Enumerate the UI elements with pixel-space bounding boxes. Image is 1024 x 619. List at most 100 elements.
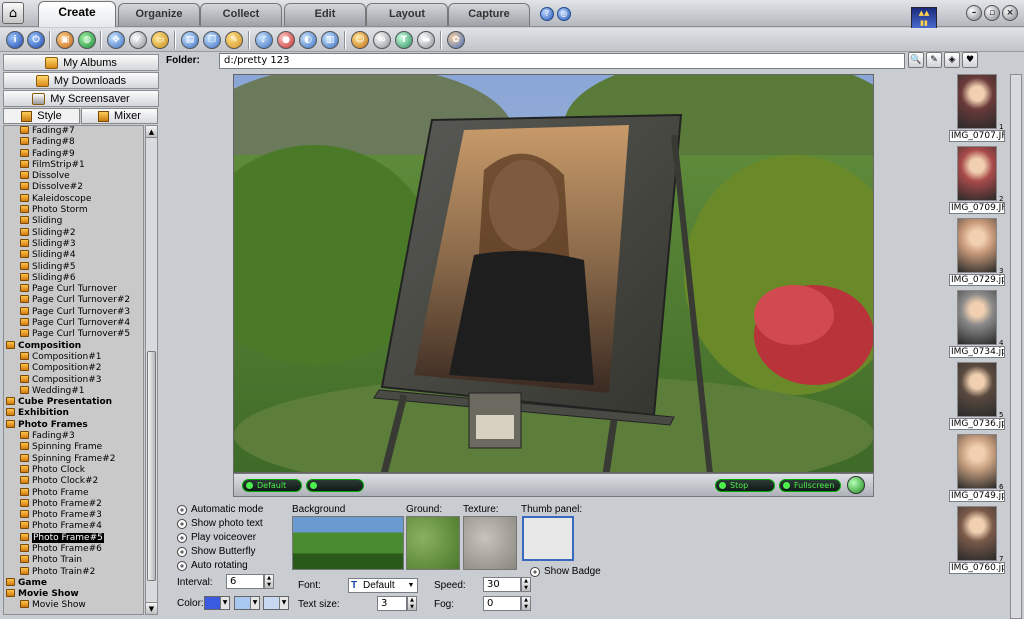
tree-item[interactable]: Sliding#2 xyxy=(4,227,143,239)
play-voiceover-checkbox[interactable]: Play voiceover xyxy=(177,532,256,543)
auto-rotating-checkbox[interactable]: Auto rotating xyxy=(177,560,248,571)
strip-item[interactable]: 3 IMG_0729.jp xyxy=(947,218,1007,290)
tree-category[interactable]: Cube Presentation xyxy=(4,397,143,408)
tree-item[interactable]: Wedding#1 xyxy=(4,385,143,397)
album-icon[interactable]: ❐ xyxy=(203,31,221,49)
volume-slider[interactable] xyxy=(306,479,364,492)
tree-item[interactable]: Page Curl Turnover#4 xyxy=(4,318,143,329)
edit-icon[interactable]: ✎ xyxy=(225,31,243,49)
tab-collect[interactable]: Collect xyxy=(200,3,282,26)
interval-stepper[interactable]: ▲ ▼ xyxy=(264,574,274,589)
font-select[interactable]: T Default ▼ xyxy=(348,578,418,593)
tree-item[interactable]: Photo Frame#4 xyxy=(4,521,143,532)
move-icon[interactable]: ✥ xyxy=(107,31,125,49)
tree-item[interactable]: Sliding xyxy=(4,216,143,227)
stop-button[interactable]: Stop xyxy=(715,479,775,492)
background-thumbnail[interactable] xyxy=(292,516,404,570)
strip-item[interactable]: 5 IMG_0736.jp xyxy=(947,362,1007,434)
home-icon[interactable]: ⌂ xyxy=(2,2,24,24)
strip-item[interactable]: 1 IMG_0707.JF xyxy=(947,74,1007,146)
pencil-icon[interactable]: ✎ xyxy=(926,52,942,68)
tree-category[interactable]: Exhibition xyxy=(4,408,143,419)
tree-item[interactable]: Page Curl Turnover#5 xyxy=(4,329,143,340)
link-icon[interactable]: ∞ xyxy=(373,31,391,49)
tree-item[interactable]: Photo Train#2 xyxy=(4,566,143,578)
interval-field[interactable]: 6 xyxy=(226,574,264,589)
tree-item[interactable]: Composition#1 xyxy=(4,351,143,363)
tab-capture[interactable]: Capture xyxy=(448,3,530,26)
power-icon[interactable]: ⏻ xyxy=(27,31,45,49)
tree-item[interactable]: Page Curl Turnover#2 xyxy=(4,295,143,306)
globe-icon[interactable]: ◍ xyxy=(78,31,96,49)
restore-icon[interactable]: ▫ xyxy=(984,5,1000,21)
show-badge-checkbox[interactable]: Show Badge xyxy=(530,566,601,577)
tree-item[interactable]: Dissolve xyxy=(4,171,143,182)
tree-item[interactable]: Photo Frame xyxy=(4,487,143,499)
tab-layout[interactable]: Layout xyxy=(366,3,448,26)
tree-item[interactable]: Composition#3 xyxy=(4,374,143,386)
tree-item[interactable]: Photo Storm xyxy=(4,205,143,216)
browse-icon[interactable]: 🔍 xyxy=(908,52,924,68)
tree-category[interactable]: Photo Frames xyxy=(4,419,143,431)
fog-field[interactable]: 0 xyxy=(483,596,521,611)
folder-icon[interactable]: ▭ xyxy=(151,31,169,49)
tree-item[interactable]: Photo Frame#3 xyxy=(4,510,143,521)
photo-thumbnail[interactable] xyxy=(957,290,997,345)
strip-item[interactable]: 4 IMG_0734.jp xyxy=(947,290,1007,362)
tab-organize[interactable]: Organize xyxy=(118,3,200,26)
wand-icon[interactable]: ⁄ xyxy=(129,31,147,49)
automatic-mode-checkbox[interactable]: Automatic mode xyxy=(177,504,263,515)
tree-scrollbar[interactable]: ▲ ▼ xyxy=(145,125,158,615)
tree-item[interactable]: Sliding#4 xyxy=(4,250,143,261)
color-swatch-1[interactable]: ▼ xyxy=(204,596,230,610)
thumb-panel-thumbnail[interactable] xyxy=(522,516,574,561)
tree-category[interactable]: Game xyxy=(4,577,143,589)
tree-item[interactable]: Kaleidoscope xyxy=(4,193,143,205)
photo-thumbnail[interactable] xyxy=(957,218,997,273)
color-swatch-2[interactable]: ▼ xyxy=(234,596,260,610)
tree-item[interactable]: Photo Train xyxy=(4,555,143,566)
photo-thumbnail[interactable] xyxy=(957,362,997,417)
tab-mixer[interactable]: Mixer xyxy=(81,108,158,124)
text-size-stepper[interactable]: ▲ ▼ xyxy=(407,596,417,611)
mixer-icon[interactable]: ▥ xyxy=(321,31,339,49)
strip-scrollbar[interactable] xyxy=(1010,74,1022,619)
paint-icon[interactable]: ◈ xyxy=(944,52,960,68)
show-butterfly-checkbox[interactable]: Show Butterfly xyxy=(177,546,255,557)
default-button[interactable]: Default xyxy=(242,479,302,492)
tree-item[interactable]: Fading#9 xyxy=(4,148,143,160)
help-icon[interactable]: ? xyxy=(540,7,554,21)
tab-create[interactable]: Create xyxy=(38,1,116,27)
tree-item[interactable]: Photo Frame#2 xyxy=(4,498,143,510)
tree-item[interactable]: Spinning Frame xyxy=(4,442,143,453)
my-downloads-button[interactable]: My Downloads xyxy=(3,72,159,89)
tree-item[interactable]: Photo Frame#6 xyxy=(4,543,143,555)
favorite-icon[interactable]: ♥ xyxy=(962,52,978,68)
speed-stepper[interactable]: ▲ ▼ xyxy=(521,577,531,592)
user-icon[interactable]: ☺ xyxy=(351,31,369,49)
film-icon[interactable]: ▤ xyxy=(181,31,199,49)
texture-thumbnail[interactable] xyxy=(463,516,517,570)
photo-thumbnail[interactable] xyxy=(957,74,997,129)
photo-thumbnail[interactable] xyxy=(957,434,997,489)
tree-category[interactable]: Composition xyxy=(4,340,143,352)
caption-icon[interactable]: ▬ xyxy=(417,31,435,49)
tree-item[interactable]: Sliding#6 xyxy=(4,272,143,284)
go-icon[interactable] xyxy=(847,476,865,494)
slideshow-preview[interactable] xyxy=(233,74,874,473)
info-icon[interactable]: i xyxy=(6,31,24,49)
photo-thumbnail[interactable] xyxy=(957,506,997,561)
tab-edit[interactable]: Edit xyxy=(284,3,366,26)
record-icon[interactable]: ● xyxy=(277,31,295,49)
tab-style[interactable]: Style xyxy=(3,108,80,124)
fullscreen-button[interactable]: Fullscreen xyxy=(779,479,841,492)
tree-item[interactable]: FilmStrip#1 xyxy=(4,159,143,171)
strip-item[interactable]: 7 IMG_0760.jp xyxy=(947,506,1007,578)
my-albums-button[interactable]: My Albums xyxy=(3,54,159,71)
speed-field[interactable]: 30 xyxy=(483,577,521,592)
scroll-down-icon[interactable]: ▼ xyxy=(146,602,157,614)
tree-item[interactable]: Page Curl Turnover#3 xyxy=(4,306,143,318)
tree-item[interactable]: Sliding#3 xyxy=(4,238,143,250)
scroll-thumb[interactable] xyxy=(147,351,156,581)
tree-item[interactable]: Fading#3 xyxy=(4,431,143,442)
